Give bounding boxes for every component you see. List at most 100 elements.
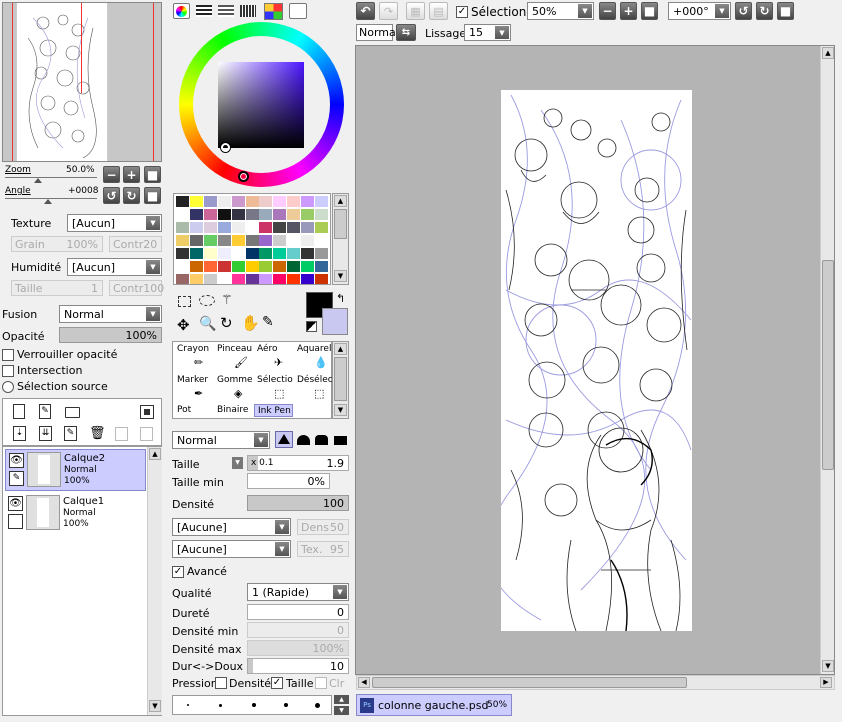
hardness-slider[interactable]: 0 bbox=[247, 604, 349, 620]
tool-scroll-thumb[interactable] bbox=[334, 357, 347, 401]
pressure-density-checkbox[interactable] bbox=[215, 677, 227, 689]
color-swatch[interactable] bbox=[273, 235, 287, 246]
color-swatch[interactable] bbox=[189, 196, 203, 207]
undo-button[interactable]: ↶ bbox=[356, 2, 375, 20]
zoom-slider-track[interactable] bbox=[5, 177, 97, 178]
preset-dot[interactable] bbox=[187, 704, 189, 706]
texture-select[interactable]: [Aucun] ▼ bbox=[67, 214, 162, 232]
tool-gomme[interactable]: Gomme ◈ bbox=[214, 374, 253, 404]
humidity-select[interactable]: [Aucun] ▼ bbox=[67, 258, 162, 276]
toolbar-zoom-out-button[interactable]: − bbox=[599, 2, 616, 20]
reset-colors-icon[interactable] bbox=[306, 321, 317, 332]
color-swatch[interactable] bbox=[273, 248, 287, 259]
canvas-horizontal-scrollbar[interactable]: ◀ ▶ bbox=[356, 675, 835, 690]
scroll-down-arrow-icon[interactable]: ▼ bbox=[822, 660, 834, 672]
color-swatch[interactable] bbox=[315, 222, 328, 233]
swatch-scrollbar[interactable]: ▲ ▼ bbox=[332, 193, 349, 285]
color-swatch[interactable] bbox=[315, 235, 328, 246]
preset-dot[interactable] bbox=[219, 704, 222, 707]
hsv-sliders-tab-icon[interactable] bbox=[218, 5, 234, 17]
color-swatch[interactable] bbox=[189, 248, 203, 259]
toolbar-rotate-reset-button[interactable]: ■ bbox=[777, 2, 794, 20]
color-swatch[interactable] bbox=[245, 209, 259, 220]
color-swatch[interactable] bbox=[259, 196, 273, 207]
color-swatch[interactable] bbox=[301, 235, 315, 246]
move-icon[interactable]: ✥ bbox=[177, 316, 190, 334]
tool-aéro[interactable]: Aéro ✈ bbox=[254, 343, 293, 373]
preset-dot[interactable] bbox=[252, 703, 256, 707]
canvas-vertical-scrollbar[interactable]: ▲ ▼ bbox=[820, 46, 834, 674]
size-multiplier-dropdown[interactable]: ▼ bbox=[232, 457, 243, 469]
canvas-vscroll-thumb[interactable] bbox=[822, 260, 834, 470]
magic-wand-icon[interactable]: ⚚ bbox=[221, 293, 233, 308]
hard-soft-slider[interactable]: 10 bbox=[247, 658, 349, 674]
secondary-color-swatch[interactable] bbox=[322, 308, 348, 335]
tool-marker[interactable]: Marker ✒ bbox=[174, 374, 213, 404]
zoom-reset-button[interactable]: ■ bbox=[144, 166, 161, 183]
color-swatch[interactable] bbox=[301, 222, 315, 233]
color-swatch[interactable] bbox=[315, 248, 328, 259]
color-swatch[interactable] bbox=[189, 261, 203, 272]
color-swatch[interactable] bbox=[203, 274, 217, 284]
brush-mode-select[interactable]: Normal ▼ bbox=[172, 431, 270, 449]
color-swatch[interactable] bbox=[273, 222, 287, 233]
intersection-checkbox[interactable] bbox=[2, 365, 14, 377]
rect-select-icon[interactable] bbox=[178, 296, 191, 307]
new-linework-layer-icon[interactable]: ✎ bbox=[39, 404, 51, 419]
min-size-slider[interactable]: 0% bbox=[247, 473, 330, 489]
scroll-up-arrow-icon[interactable]: ▲ bbox=[149, 448, 161, 460]
visibility-eye-icon[interactable]: 👁 bbox=[9, 453, 24, 468]
tool-pinceau[interactable]: Pinceau 🖌 bbox=[214, 343, 253, 373]
color-swatch[interactable] bbox=[301, 274, 315, 284]
tip-soft-icon[interactable] bbox=[297, 435, 310, 445]
color-swatch[interactable] bbox=[315, 274, 328, 284]
color-swatch[interactable] bbox=[189, 235, 203, 246]
color-swatch[interactable] bbox=[301, 248, 315, 259]
merge-down-icon[interactable]: ⇊ bbox=[39, 426, 52, 441]
color-swatch[interactable] bbox=[217, 222, 231, 233]
color-swatch[interactable] bbox=[287, 209, 301, 220]
color-swatch[interactable] bbox=[273, 209, 287, 220]
color-swatch[interactable] bbox=[231, 196, 245, 207]
color-swatch[interactable] bbox=[273, 196, 287, 207]
color-swatch[interactable] bbox=[287, 196, 301, 207]
scroll-down-arrow-icon[interactable]: ▼ bbox=[149, 700, 161, 712]
color-swatch[interactable] bbox=[203, 261, 217, 272]
rotate-reset-button[interactable]: ■ bbox=[144, 187, 161, 204]
color-swatch[interactable] bbox=[231, 222, 245, 233]
color-swatch[interactable] bbox=[259, 235, 273, 246]
color-swatch[interactable] bbox=[315, 196, 328, 207]
angle-value[interactable]: +0008 bbox=[68, 186, 98, 196]
color-swatch[interactable] bbox=[176, 274, 189, 284]
scroll-up-arrow-icon[interactable]: ▲ bbox=[822, 47, 834, 59]
color-swatch[interactable] bbox=[189, 209, 203, 220]
brush-size-slider[interactable]: x 0.1 1.9 bbox=[247, 455, 349, 471]
color-swatch[interactable] bbox=[287, 274, 301, 284]
color-swatch[interactable] bbox=[259, 248, 273, 259]
color-swatch[interactable] bbox=[203, 222, 217, 233]
color-swatch[interactable] bbox=[287, 235, 301, 246]
tool-palette-scrollbar[interactable]: ▲ ▼ bbox=[332, 341, 349, 419]
color-swatch[interactable] bbox=[217, 261, 231, 272]
color-swatch[interactable] bbox=[273, 261, 287, 272]
tool-binaire[interactable]: Binaire bbox=[214, 404, 253, 417]
color-swatch[interactable] bbox=[245, 261, 259, 272]
navigator-panel[interactable] bbox=[2, 2, 162, 162]
color-swatch[interactable] bbox=[301, 196, 315, 207]
layer-item[interactable]: 👁 ✎ Calque2 Normal 100% bbox=[5, 449, 146, 491]
brush-size-presets[interactable] bbox=[172, 695, 332, 715]
color-swatch[interactable] bbox=[176, 222, 189, 233]
color-swatch[interactable] bbox=[245, 222, 259, 233]
brush-texture-select[interactable]: [Aucune] ▼ bbox=[172, 540, 291, 558]
color-swatch[interactable] bbox=[259, 274, 273, 284]
swatch-grid[interactable] bbox=[173, 193, 331, 285]
zoom-tool-icon[interactable]: 🔍 bbox=[199, 316, 216, 332]
new-layer-icon[interactable] bbox=[13, 404, 25, 419]
fusion-select[interactable]: Normal ▼ bbox=[59, 305, 162, 323]
rotate-right-button[interactable]: ↻ bbox=[123, 187, 140, 204]
quality-select[interactable]: 1 (Rapide) ▼ bbox=[247, 583, 349, 601]
toolbar-rotate-left-button[interactable]: ↺ bbox=[735, 2, 752, 20]
smoothing-select[interactable]: 15 ▼ bbox=[464, 24, 511, 41]
canvas-document[interactable] bbox=[486, 90, 692, 632]
color-swatch[interactable] bbox=[259, 261, 273, 272]
